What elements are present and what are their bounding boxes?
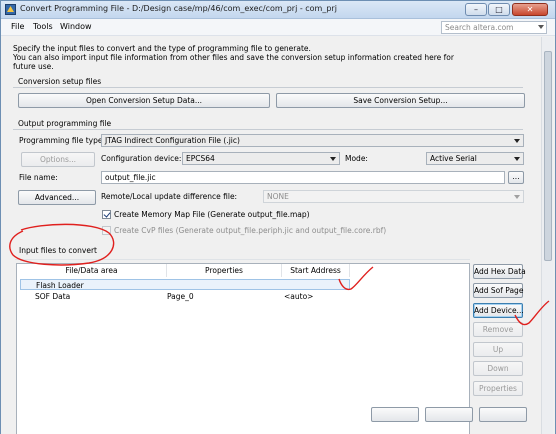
properties-button[interactable]: Properties <box>473 381 523 396</box>
search-altera-input[interactable]: Search altera.com <box>441 21 547 34</box>
description-line-3: future use. <box>13 62 54 71</box>
table-row-sof-data[interactable]: SOF Data Page_0 <auto> <box>20 291 350 302</box>
menu-file[interactable]: File <box>11 22 24 31</box>
column-header-file[interactable]: File/Data area <box>17 264 167 277</box>
row-properties: Page_0 <box>167 292 194 301</box>
file-name-label: File name: <box>19 173 58 182</box>
advanced-button[interactable]: Advanced... <box>18 190 96 205</box>
browse-button[interactable]: ... <box>508 171 524 184</box>
convert-programming-file-window: Convert Programming File - D:/Design cas… <box>0 0 556 434</box>
memory-map-label: Create Memory Map File (Generate output_… <box>114 210 310 219</box>
file-name-input[interactable]: output_file.jic <box>101 171 505 184</box>
quartus-app-icon <box>5 4 16 15</box>
difference-file-value: NONE <box>267 192 289 201</box>
programming-file-type-value: JTAG Indirect Configuration File (.jic) <box>105 136 240 145</box>
column-header-start-address[interactable]: Start Address <box>282 264 350 277</box>
memory-map-checkbox[interactable] <box>102 210 111 219</box>
remove-button[interactable]: Remove <box>473 322 523 337</box>
scrollbar-thumb[interactable] <box>544 51 552 261</box>
options-button[interactable]: Options... <box>21 152 95 167</box>
title-bar[interactable]: Convert Programming File - D:/Design cas… <box>1 1 555 19</box>
description-line-2: You can also import input file informati… <box>13 53 454 62</box>
mode-label: Mode: <box>345 154 368 163</box>
configuration-device-select[interactable]: EPCS64 <box>182 152 340 165</box>
menu-bar: File Tools Window Search altera.com <box>1 19 555 36</box>
close-button[interactable]: ✕ <box>512 3 548 16</box>
window-title: Convert Programming File - D:/Design cas… <box>20 4 337 13</box>
add-device-button[interactable]: Add Device... <box>473 303 524 318</box>
difference-file-label: Remote/Local update difference file: <box>101 192 238 201</box>
maximize-button[interactable]: □ <box>488 3 510 16</box>
chevron-down-icon <box>514 139 520 143</box>
row-file-name: SOF Data <box>35 292 71 301</box>
output-divider <box>13 129 523 130</box>
close-dialog-button-partial[interactable] <box>425 407 473 422</box>
programming-file-type-select[interactable]: JTAG Indirect Configuration File (.jic) <box>101 134 524 147</box>
output-programming-title: Output programming file <box>18 119 112 128</box>
configuration-device-value: EPCS64 <box>186 154 215 163</box>
conversion-setup-divider <box>13 87 523 88</box>
search-placeholder: Search altera.com <box>445 23 514 32</box>
column-header-properties[interactable]: Properties <box>167 264 282 277</box>
input-files-divider <box>15 259 470 260</box>
vertical-scrollbar[interactable] <box>541 37 553 434</box>
mode-select[interactable]: Active Serial <box>426 152 524 165</box>
open-conversion-setup-button[interactable]: Open Conversion Setup Data... <box>18 93 270 108</box>
cvp-files-label: Create CvP files (Generate output_file.p… <box>114 226 387 235</box>
chevron-down-icon <box>514 157 520 161</box>
row-file-name: Flash Loader <box>36 281 84 290</box>
description-line-1: Specify the input files to convert and t… <box>13 44 311 53</box>
input-files-title: Input files to convert <box>19 246 97 255</box>
chevron-down-icon <box>330 157 336 161</box>
save-conversion-setup-button[interactable]: Save Conversion Setup... <box>276 93 525 108</box>
cvp-files-checkbox[interactable] <box>102 226 111 235</box>
up-button[interactable]: Up <box>473 342 523 357</box>
down-button[interactable]: Down <box>473 361 523 376</box>
main-content: Specify the input files to convert and t… <box>1 37 555 434</box>
search-dropdown-icon[interactable] <box>538 25 544 29</box>
minimize-button[interactable]: – <box>465 3 487 16</box>
add-sof-page-button[interactable]: Add Sof Page <box>473 283 523 298</box>
add-hex-data-button[interactable]: Add Hex Data <box>473 264 526 279</box>
description-text: Specify the input files to convert and t… <box>13 44 533 71</box>
generate-button-partial[interactable] <box>371 407 419 422</box>
menu-tools[interactable]: Tools <box>33 22 53 31</box>
mode-value: Active Serial <box>430 154 477 163</box>
chevron-down-icon <box>514 195 520 199</box>
help-button-partial[interactable] <box>479 407 527 422</box>
configuration-device-label: Configuration device: <box>101 154 182 163</box>
menu-window[interactable]: Window <box>60 22 92 31</box>
row-start-address: <auto> <box>284 292 314 301</box>
conversion-setup-title: Conversion setup files <box>18 77 102 86</box>
table-row-flash-loader[interactable]: Flash Loader <box>20 279 350 290</box>
difference-file-select[interactable]: NONE <box>263 190 524 203</box>
programming-file-type-label: Programming file type: <box>19 136 106 145</box>
